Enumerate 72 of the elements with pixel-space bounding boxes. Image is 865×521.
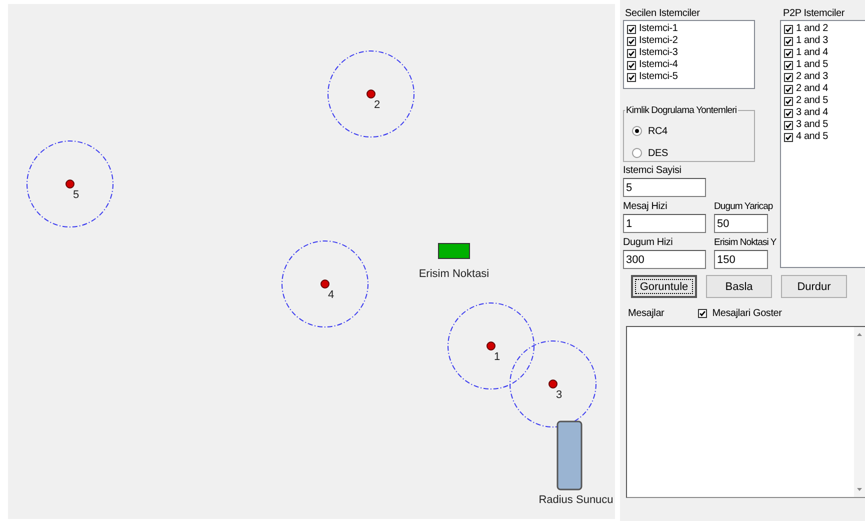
list-item[interactable]: 2 and 5 <box>796 95 828 107</box>
checkbox[interactable] <box>784 96 793 106</box>
list-item[interactable]: 3 and 5 <box>796 119 828 131</box>
node-label: 5 <box>73 189 80 201</box>
input-field[interactable]: 300 <box>623 250 706 269</box>
list-item[interactable]: Istemci-2 <box>639 35 678 47</box>
scroll-down-icon[interactable] <box>857 488 862 491</box>
input-field[interactable]: 50 <box>714 214 768 233</box>
checkbox[interactable] <box>784 132 793 142</box>
list-item[interactable]: 2 and 3 <box>796 71 828 83</box>
checkbox[interactable] <box>698 308 708 318</box>
checkbox[interactable] <box>784 60 793 70</box>
list-item[interactable]: Istemci-4 <box>639 59 678 71</box>
field-label: Dugum Hizi <box>623 236 674 249</box>
node-dot[interactable] <box>66 180 74 188</box>
group-title: Kimlik Dogrulama Yontemleri <box>625 105 738 116</box>
node-dot[interactable] <box>366 90 376 98</box>
checkbox[interactable] <box>627 72 636 82</box>
checkbox[interactable] <box>784 24 793 34</box>
scrollbar[interactable] <box>854 327 865 497</box>
field-label: Istemci Sayisi <box>623 164 682 177</box>
checkbox-label[interactable]: Mesajlari Goster <box>712 308 782 318</box>
radio-label[interactable]: DES <box>648 148 668 158</box>
pair-list[interactable]: 1 and 2 1 and 3 1 and 4 1 and 5 2 and 3 2 and 4 2 and 5 3 and 4 3 and 5 4 and 5 <box>780 20 865 268</box>
node-dot[interactable] <box>320 280 330 288</box>
input-field[interactable]: 150 <box>714 250 768 269</box>
input-field[interactable]: 1 <box>623 214 706 233</box>
radio-button[interactable] <box>632 126 642 136</box>
checkbox[interactable] <box>784 108 793 118</box>
list-item[interactable]: 1 and 5 <box>796 59 828 71</box>
node-label: 1 <box>494 351 500 363</box>
field-label: Dugum Yaricap <box>714 200 773 213</box>
action-button[interactable]: Basla <box>706 275 772 298</box>
checkbox[interactable] <box>627 48 636 58</box>
list-item[interactable]: 2 and 4 <box>796 83 828 95</box>
list-item[interactable]: 1 and 4 <box>796 47 828 59</box>
field-label: Mesaj Hizi <box>623 200 668 213</box>
checkbox[interactable] <box>784 120 793 130</box>
messages-label: Mesajlar <box>628 308 664 318</box>
checkbox[interactable] <box>627 24 636 34</box>
list-title: P2P Istemciler <box>783 7 846 20</box>
checkbox[interactable] <box>627 60 636 70</box>
client-list[interactable]: Istemci-1 Istemci-2 Istemci-3 Istemci-4 Istemci-5 <box>623 20 755 89</box>
server[interactable] <box>556 420 582 490</box>
checkbox[interactable] <box>784 36 793 46</box>
list-title: Secilen Istemciler <box>625 7 701 20</box>
list-item[interactable]: 4 and 5 <box>796 131 828 143</box>
list-item[interactable]: Istemci-1 <box>639 23 678 35</box>
node-label: 2 <box>374 99 380 111</box>
server-label: Radius Sunucu <box>538 494 614 506</box>
list-item[interactable]: 3 and 4 <box>796 107 828 119</box>
list-item[interactable]: Istemci-5 <box>639 71 678 83</box>
list-item[interactable]: 1 and 3 <box>796 35 828 47</box>
field-label: Erisim Noktasi Y <box>714 236 776 249</box>
action-button[interactable]: Durdur <box>781 275 847 298</box>
node-label: 3 <box>556 389 562 401</box>
node-dot[interactable] <box>486 342 496 350</box>
input-field[interactable]: 5 <box>623 178 706 197</box>
checkbox[interactable] <box>784 72 793 82</box>
checkbox[interactable] <box>627 36 636 46</box>
list-item[interactable]: 1 and 2 <box>796 23 828 35</box>
scroll-up-icon[interactable] <box>857 333 862 336</box>
radio-label[interactable]: RC4 <box>648 126 668 136</box>
node-dot[interactable] <box>548 380 558 388</box>
action-button[interactable]: Goruntule <box>631 275 697 298</box>
checkbox[interactable] <box>784 84 793 94</box>
access-point-label: Erisim Noktasi <box>418 268 490 280</box>
checkbox[interactable] <box>784 48 793 58</box>
radio-button[interactable] <box>632 148 642 158</box>
list-item[interactable]: Istemci-3 <box>639 47 678 59</box>
access-point[interactable] <box>438 243 470 259</box>
node-label: 4 <box>328 289 334 301</box>
